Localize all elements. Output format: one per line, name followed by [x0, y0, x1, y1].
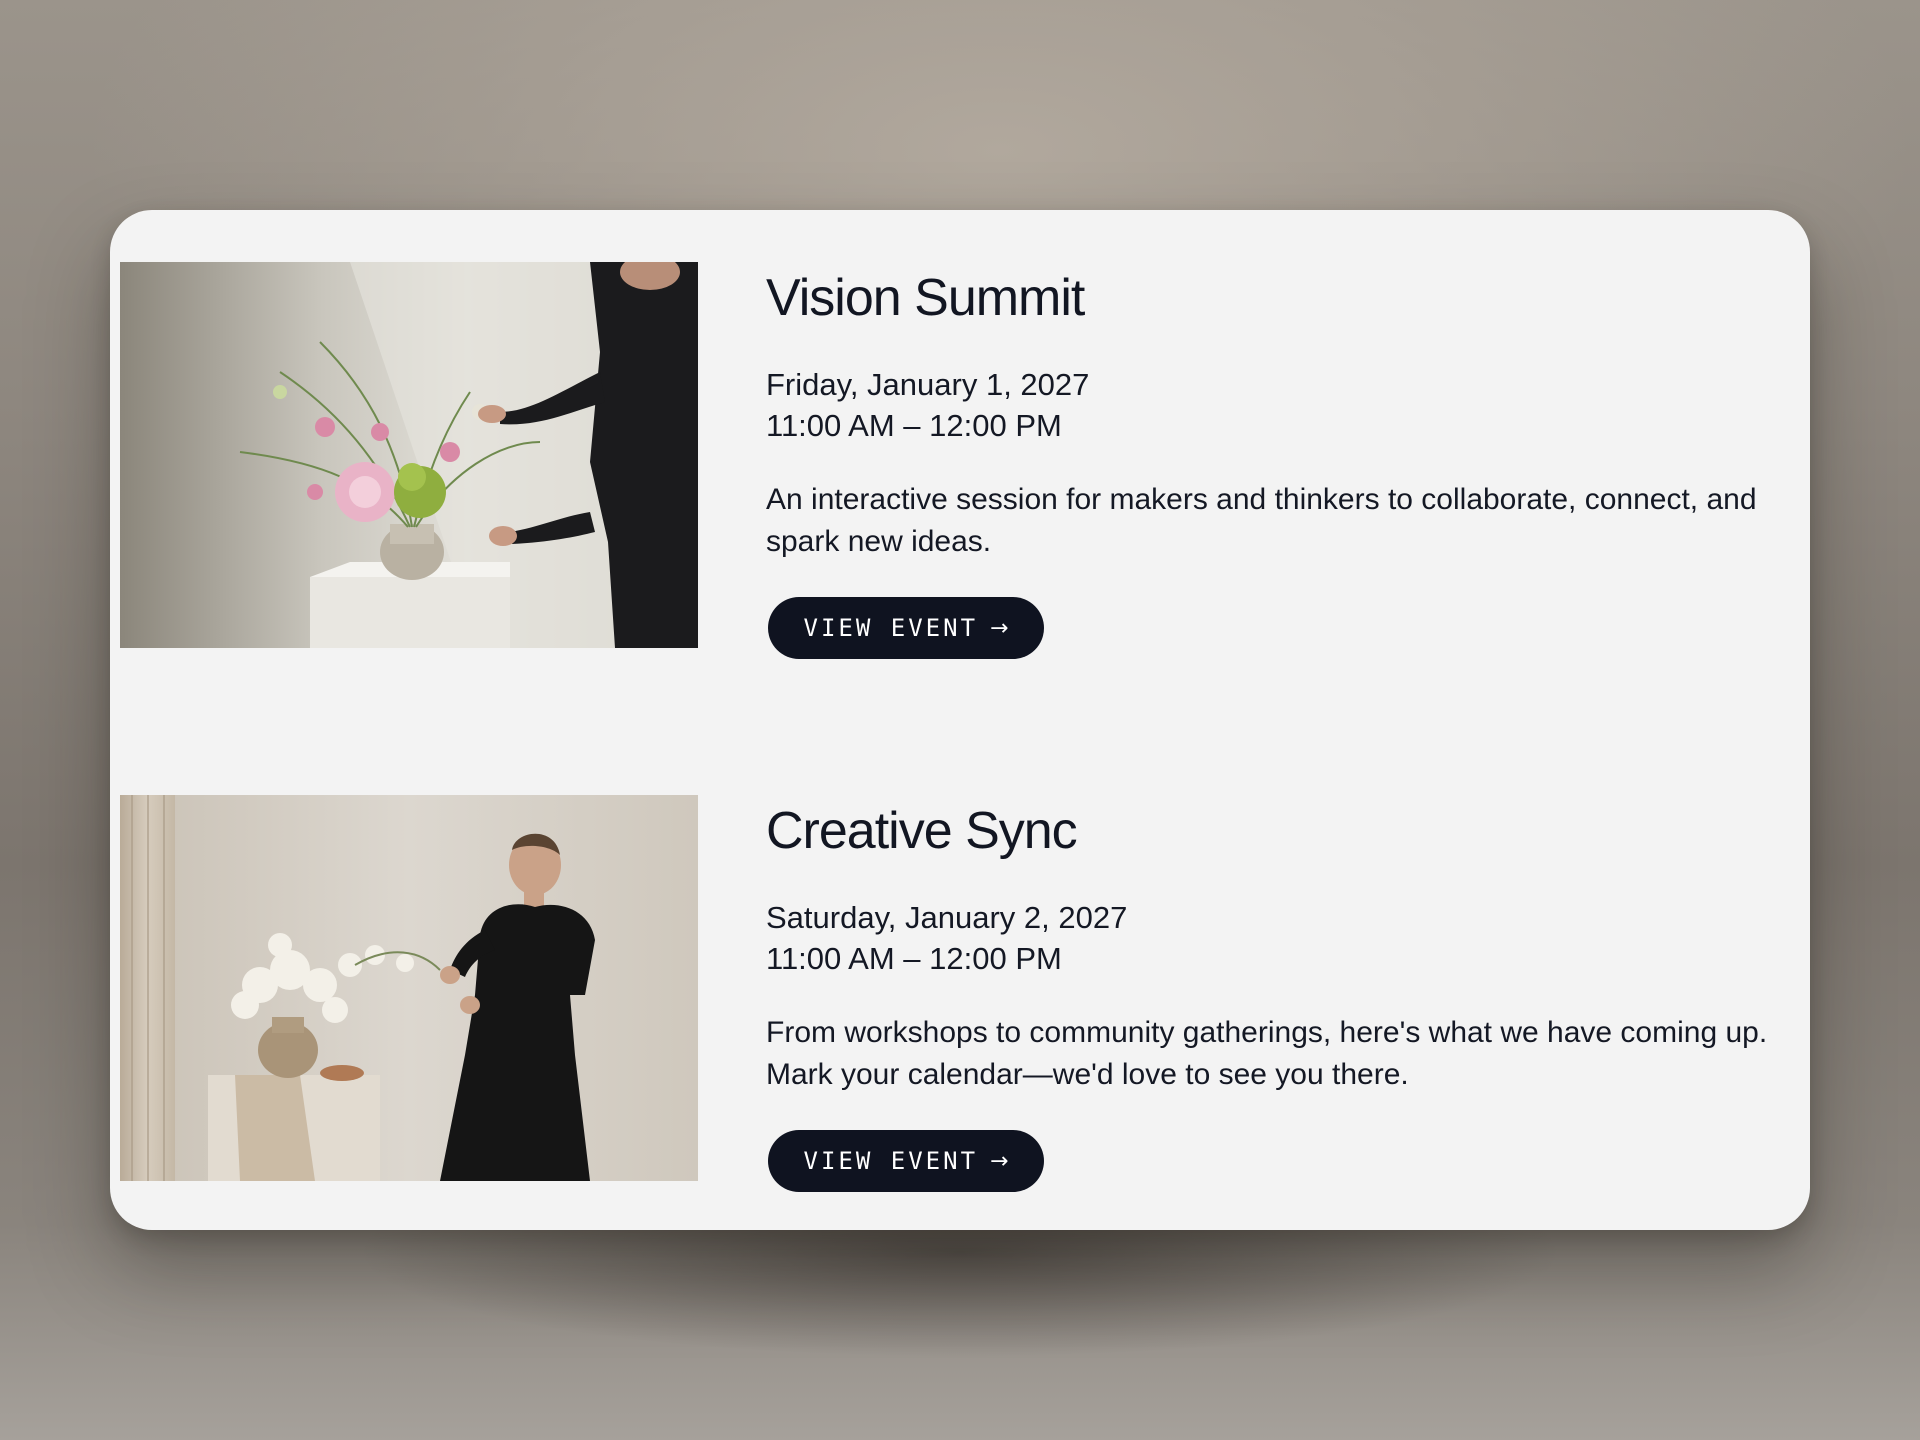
events-panel: Vision Summit Friday, January 1, 2027 11… — [110, 210, 1810, 1230]
event-title: Creative Sync — [766, 802, 1078, 860]
arrow-right-icon: → — [990, 615, 1009, 641]
event-date: Friday, January 1, 2027 — [766, 367, 1090, 402]
event-card-creative-sync: Creative Sync Saturday, January 2, 2027 … — [110, 795, 1810, 1192]
flower-arrangement-photo — [120, 262, 698, 648]
arrow-right-icon: → — [990, 1148, 1009, 1174]
view-event-label: VIEW EVENT — [803, 1147, 979, 1175]
event-description: From workshops to community gatherings, … — [766, 1016, 1768, 1091]
event-date: Saturday, January 2, 2027 — [766, 900, 1128, 935]
event-time: 11:00 AM – 12:00 PM — [766, 408, 1062, 443]
event-title: Vision Summit — [766, 269, 1085, 327]
event-image — [120, 262, 698, 648]
event-details: Creative Sync Saturday, January 2, 2027 … — [766, 795, 1786, 1192]
orchid-arrangement-photo — [120, 795, 698, 1181]
view-event-button[interactable]: VIEW EVENT → — [768, 1130, 1044, 1192]
event-description: An interactive session for makers and th… — [766, 483, 1757, 558]
event-time: 11:00 AM – 12:00 PM — [766, 941, 1062, 976]
view-event-label: VIEW EVENT — [803, 614, 979, 642]
event-image — [120, 795, 698, 1181]
view-event-button[interactable]: VIEW EVENT → — [768, 597, 1044, 659]
event-card-vision-summit: Vision Summit Friday, January 1, 2027 11… — [110, 262, 1810, 659]
event-details: Vision Summit Friday, January 1, 2027 11… — [766, 262, 1786, 659]
